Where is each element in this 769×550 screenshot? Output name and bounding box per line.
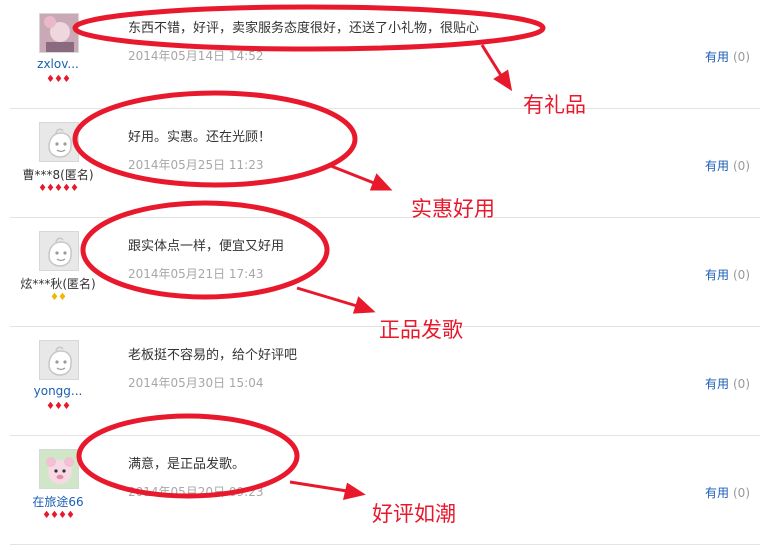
review-date: 2014年05月21日 17:43 <box>128 267 264 281</box>
review-content: 好用。实惠。还在光顾！ <box>128 130 272 145</box>
useful-vote: 有用 (0) <box>705 157 750 174</box>
useful-vote: 有用 (0) <box>705 48 750 65</box>
user-rank-badge: ♦♦♦♦ <box>42 510 75 521</box>
review-item: 炫***秋(匿名) ♦♦ 跟实体点一样，便宜又好用 2014年05月21日 17… <box>10 218 760 327</box>
review-item: zxlov... ♦♦♦ 东西不错，好评，卖家服务态度很好，还送了小礼物，很贴心… <box>10 0 760 109</box>
default-avatar-icon[interactable] <box>39 231 79 271</box>
user-rank-badge: ♦♦ <box>50 292 67 303</box>
useful-button[interactable]: 有用 <box>705 377 729 391</box>
useful-button[interactable]: 有用 <box>705 159 729 173</box>
username[interactable]: 曹***8(匿名) <box>10 166 106 183</box>
useful-button[interactable]: 有用 <box>705 268 729 282</box>
useful-button[interactable]: 有用 <box>705 486 729 500</box>
review-date: 2014年05月30日 15:04 <box>128 376 264 390</box>
username[interactable]: 炫***秋(匿名) <box>10 275 106 292</box>
default-avatar-icon[interactable] <box>39 122 79 162</box>
review-content: 老板挺不容易的，给个好评吧 <box>128 348 298 363</box>
review-date: 2014年05月25日 11:23 <box>128 158 264 172</box>
useful-vote: 有用 (0) <box>705 375 750 392</box>
review-content: 满意，是正品发歌。 <box>128 457 246 472</box>
user-rank-badge: ♦♦♦♦♦ <box>38 183 79 194</box>
useful-count: (0) <box>733 268 750 282</box>
review-date: 2014年05月20日 09:23 <box>128 485 264 499</box>
useful-count: (0) <box>733 377 750 391</box>
username[interactable]: yongg... <box>10 384 106 398</box>
useful-count: (0) <box>733 159 750 173</box>
review-item: 在旅途66 ♦♦♦♦ 满意，是正品发歌。 2014年05月20日 09:23 有… <box>10 436 760 545</box>
review-item: 曹***8(匿名) ♦♦♦♦♦ 好用。实惠。还在光顾！ 2014年05月25日 … <box>10 109 760 218</box>
photo-avatar-icon[interactable] <box>39 13 79 53</box>
useful-vote: 有用 (0) <box>705 484 750 501</box>
username[interactable]: 在旅途66 <box>10 493 106 510</box>
review-item: yongg... ♦♦♦ 老板挺不容易的，给个好评吧 2014年05月30日 1… <box>10 327 760 436</box>
review-content: 东西不错，好评，卖家服务态度很好，还送了小礼物，很贴心 <box>128 21 480 36</box>
user-rank-badge: ♦♦♦ <box>46 74 71 85</box>
useful-button[interactable]: 有用 <box>705 50 729 64</box>
username[interactable]: zxlov... <box>10 57 106 71</box>
cartoon-avatar-icon[interactable] <box>39 449 79 489</box>
default-avatar-icon[interactable] <box>39 340 79 380</box>
useful-count: (0) <box>733 486 750 500</box>
useful-vote: 有用 (0) <box>705 266 750 283</box>
review-date: 2014年05月14日 14:52 <box>128 49 264 63</box>
review-content: 跟实体点一样，便宜又好用 <box>128 239 285 254</box>
useful-count: (0) <box>733 50 750 64</box>
user-rank-badge: ♦♦♦ <box>46 401 71 412</box>
